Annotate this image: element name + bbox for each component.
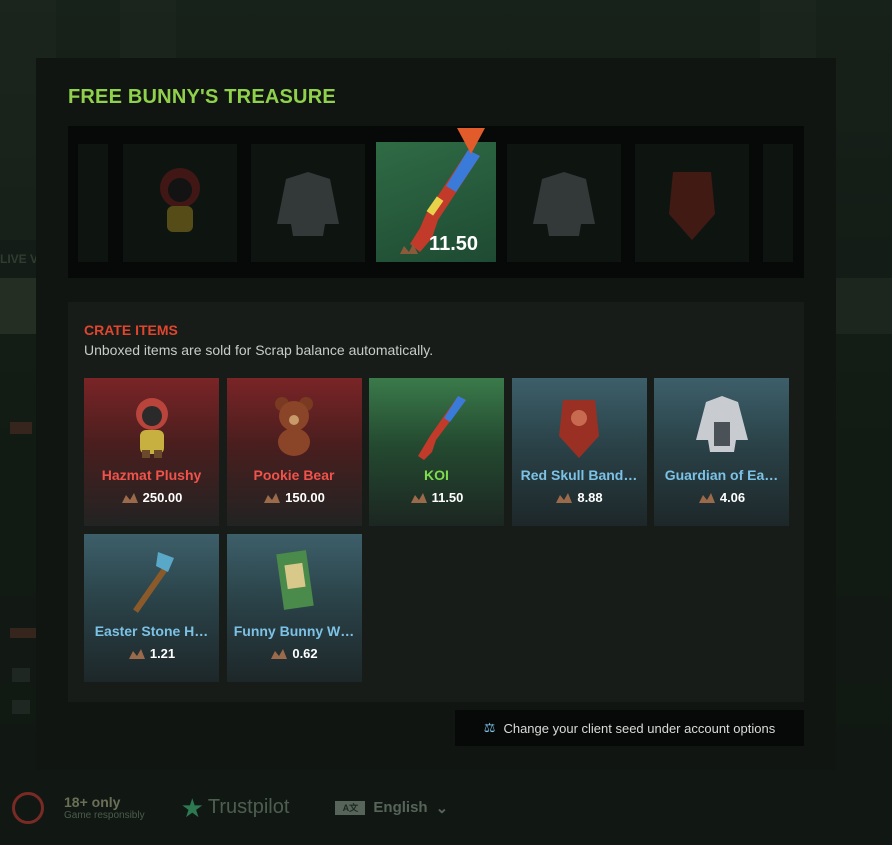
scrap-icon <box>410 492 427 503</box>
spinner-marker-icon <box>457 128 485 154</box>
item-price: 11.50 <box>369 490 504 505</box>
item-price-value: 4.06 <box>719 490 746 505</box>
spinner-slot <box>507 144 621 262</box>
item-card[interactable]: KOI 11.50 <box>369 378 504 526</box>
item-card[interactable]: Funny Bunny W… 0.62 <box>226 534 362 682</box>
item-price: 1.21 <box>84 646 219 661</box>
client-seed-label: Change your client seed under account op… <box>503 720 776 736</box>
bear-icon <box>275 397 313 456</box>
spinner-slot <box>763 144 793 262</box>
spinner-slot <box>123 144 237 262</box>
item-name: Easter Stone H… <box>94 623 209 639</box>
case-spinner: 11.50 <box>68 126 804 278</box>
spinner-slot-winner: 11.50 <box>376 142 496 262</box>
scrap-icon <box>121 492 138 503</box>
spinner-slot <box>78 144 108 262</box>
item-name: Guardian of Ea… <box>664 467 779 483</box>
item-price: 150.00 <box>227 490 362 505</box>
item-name: KOI <box>424 467 449 483</box>
crate-items-title: CRATE ITEMS <box>84 322 178 338</box>
item-price: 4.06 <box>654 490 789 505</box>
trustpilot-label: Trustpilot <box>207 796 290 818</box>
spinner-slot <box>251 144 365 262</box>
star-icon: ★ <box>180 792 204 823</box>
crate-modal: FREE BUNNY'S TREASURE 11.50 CRATE ITEMS … <box>36 58 836 770</box>
item-price-value: 150.00 <box>285 490 325 505</box>
client-seed-button[interactable]: ⚖ Change your client seed under account … <box>455 710 804 746</box>
age-sub-text: Game responsibly <box>64 810 145 821</box>
scale-icon: ⚖ <box>483 720 496 735</box>
jacket-icon <box>533 172 595 236</box>
item-price: 250.00 <box>84 490 219 505</box>
hatchet-icon <box>132 552 174 613</box>
item-price-value: 11.50 <box>431 490 464 505</box>
scrap-icon <box>698 492 715 503</box>
jacket-icon <box>695 396 748 452</box>
scrap-icon <box>264 492 281 503</box>
modal-title: FREE BUNNY'S TREASURE <box>68 86 336 108</box>
crate-items-panel: CRATE ITEMS Unboxed items are sold for S… <box>68 302 804 702</box>
item-price-value: 8.88 <box>577 490 603 505</box>
winning-value: 11.50 <box>429 233 478 255</box>
spinner-slot <box>635 144 749 262</box>
trustpilot-link[interactable]: ★ Trustpilot <box>181 795 290 821</box>
plushy-icon <box>160 168 200 232</box>
item-price: 0.62 <box>227 646 362 661</box>
item-price-value: 0.62 <box>292 646 318 661</box>
age-restriction-icon <box>12 791 44 824</box>
age-main-text: 18+ only <box>64 794 121 810</box>
item-name: Hazmat Plushy <box>101 467 202 483</box>
item-card[interactable]: Red Skull Band… 8.88 <box>511 378 647 526</box>
age-notice: 18+ only Game responsibly <box>64 794 145 821</box>
rifle-icon <box>417 396 466 460</box>
item-card[interactable]: Hazmat Plushy 250.00 <box>84 378 219 526</box>
bandana-icon <box>669 172 715 240</box>
items-grid: Hazmat Plushy 250.00 Pookie Bear 150.00 … <box>84 378 789 682</box>
scrap-icon <box>556 492 573 503</box>
item-price-value: 250.00 <box>142 490 183 505</box>
item-card[interactable]: Guardian of Ea… 4.06 <box>654 378 789 526</box>
chevron-down-icon: ⌄ <box>435 799 449 817</box>
item-name: Pookie Bear <box>253 467 335 483</box>
item-price-value: 1.21 <box>149 646 176 661</box>
item-name: Funny Bunny W… <box>233 623 355 639</box>
footer: 18+ only Game responsibly ★ Trustpilot A… <box>0 770 892 845</box>
item-price: 8.88 <box>512 490 647 505</box>
item-card[interactable]: Pookie Bear 150.00 <box>226 378 362 526</box>
item-name: Red Skull Band… <box>520 467 638 483</box>
item-card[interactable]: Easter Stone H… 1.21 <box>84 534 219 682</box>
plushy-icon <box>135 398 168 458</box>
translate-icon: A文 <box>335 800 366 815</box>
jacket-icon <box>277 172 339 236</box>
scrap-icon <box>400 244 418 254</box>
language-label: English <box>373 799 428 816</box>
sign-icon <box>276 550 314 610</box>
language-selector[interactable]: A文 English ⌄ <box>335 799 448 817</box>
crate-items-subtitle: Unboxed items are sold for Scrap balance… <box>84 342 434 358</box>
scrap-icon <box>271 648 288 659</box>
scrap-icon <box>128 648 145 659</box>
bandana-icon <box>559 400 599 458</box>
